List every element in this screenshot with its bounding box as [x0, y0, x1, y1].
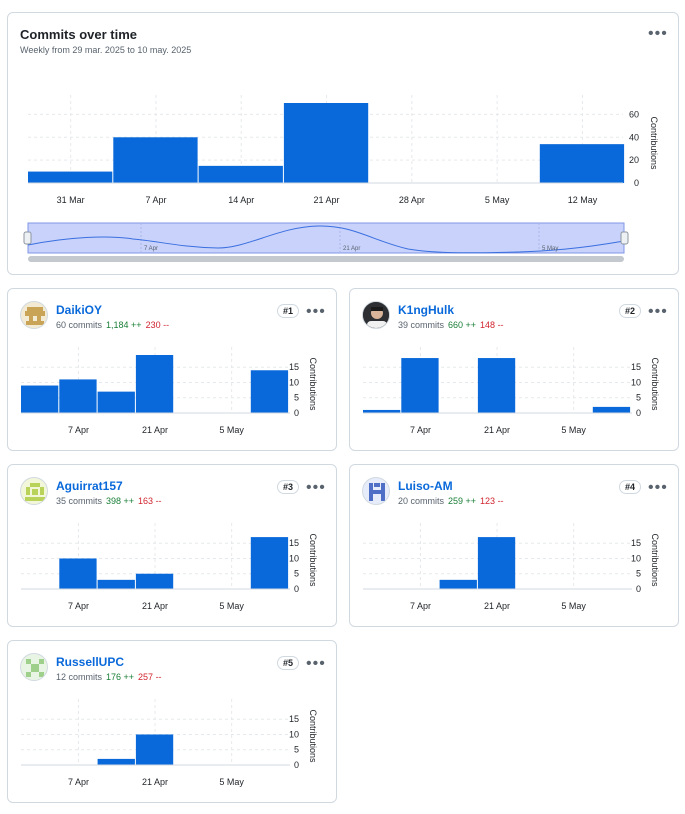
y-tick-label: 10	[289, 729, 299, 739]
bar	[97, 391, 135, 413]
chart-plot: 7 Apr 21 Apr 5 May 0 5 10 15 Contributions	[21, 347, 318, 435]
brush-handle-right[interactable]	[620, 231, 629, 245]
bar	[539, 144, 625, 183]
brush-tick-label: 21 Apr	[343, 246, 360, 252]
y-tick-label: 0	[636, 584, 641, 594]
bar	[250, 370, 289, 413]
y-tick-label: 5	[294, 393, 299, 403]
x-tick-label: 7 Apr	[410, 425, 431, 435]
bar	[28, 171, 113, 183]
bar	[97, 758, 135, 765]
x-tick-label: 5 May	[219, 601, 244, 611]
y-tick-label: 15	[289, 714, 299, 724]
x-tick-label: 21 Apr	[314, 195, 340, 205]
bar	[21, 385, 59, 413]
bar	[113, 137, 198, 183]
x-tick-label: 5 May	[219, 425, 244, 435]
contributor-card: Aguirrat157 35 commits 398 ++ 163 -- #3 ••…	[7, 464, 337, 627]
y-tick-label: 0	[636, 408, 641, 418]
bar	[439, 579, 477, 589]
x-tick-label: 21 Apr	[142, 601, 168, 611]
y-tick-label: 10	[289, 377, 299, 387]
x-tick-label: 5 May	[485, 195, 510, 205]
bar	[401, 358, 439, 413]
bar	[283, 103, 369, 183]
y-tick-label: 60	[629, 109, 639, 119]
y-tick-label: 10	[631, 377, 641, 387]
x-tick-label: 12 May	[568, 195, 598, 205]
contributor-card: Luiso-AM 20 commits 259 ++ 123 -- #4 ••• 7…	[349, 464, 679, 627]
contributor-chart: 7 Apr 21 Apr 5 May 0 5 10 15 Contributions	[363, 347, 660, 435]
y-tick-label: 15	[631, 362, 641, 372]
bar	[59, 558, 97, 589]
brush-handle-left[interactable]	[23, 231, 32, 245]
y-tick-label: 0	[294, 760, 299, 770]
brush-scrollbar[interactable]	[28, 256, 624, 262]
contributor-chart: 7 Apr 21 Apr 5 May 0 5 10 15 Contributions	[21, 347, 318, 435]
y-axis-title: Contributions	[308, 357, 318, 411]
x-tick-label: 21 Apr	[142, 777, 168, 787]
y-tick-label: 15	[631, 538, 641, 548]
chart-plot: 7 Apr 21 Apr 5 May 0 5 10 15 Contributions	[363, 523, 660, 611]
contributor-card: K1ngHulk 39 commits 660 ++ 148 -- #2 ••• 7…	[349, 288, 679, 451]
bar	[477, 537, 516, 589]
y-tick-label: 5	[636, 393, 641, 403]
x-tick-label: 28 Apr	[399, 195, 425, 205]
chart-plot: 7 Apr 21 Apr 5 May 0 5 10 15 Contributions	[21, 699, 318, 787]
bar	[250, 537, 289, 589]
bar	[135, 573, 174, 589]
bar	[59, 379, 97, 413]
x-tick-label: 5 May	[561, 425, 586, 435]
x-tick-label: 7 Apr	[145, 195, 166, 205]
y-axis-title: Contributions	[308, 709, 318, 763]
y-tick-label: 10	[289, 553, 299, 563]
y-tick-label: 10	[631, 553, 641, 563]
bar	[97, 579, 135, 589]
bar	[135, 355, 174, 413]
commits-over-time-chart: 31 Mar 7 Apr 14 Apr 21 Apr 28 Apr 5 May 12 May…	[23, 95, 659, 262]
x-tick-label: 31 Mar	[57, 195, 85, 205]
x-tick-label: 5 May	[219, 777, 244, 787]
y-tick-label: 0	[294, 408, 299, 418]
y-axis-title: Contributions	[650, 533, 660, 587]
x-tick-label: 5 May	[561, 601, 586, 611]
contributor-card: RussellUPC 12 commits 176 ++ 257 -- #5 •••…	[7, 640, 337, 803]
time-range-brush[interactable]: 7 Apr 21 Apr 5 May	[23, 222, 629, 262]
y-tick-label: 15	[289, 362, 299, 372]
y-axis-title: Contributions	[308, 533, 318, 587]
y-axis-title: Contributions	[650, 357, 660, 411]
bar	[592, 406, 631, 413]
chart-plot: 7 Apr 21 Apr 5 May 0 5 10 15 Contributions	[21, 523, 318, 611]
y-tick-label: 0	[294, 584, 299, 594]
chart-plot: 7 Apr 21 Apr 5 May 0 5 10 15 Contributions	[363, 347, 660, 435]
y-tick-label: 5	[636, 569, 641, 579]
bar	[135, 734, 174, 765]
x-tick-label: 21 Apr	[142, 425, 168, 435]
contributor-chart: 7 Apr 21 Apr 5 May 0 5 10 15 Contributions	[363, 523, 660, 611]
x-tick-label: 21 Apr	[484, 425, 510, 435]
x-tick-label: 7 Apr	[68, 601, 89, 611]
contributor-card: DaikiOY 60 commits 1,184 ++ 230 -- #1 ••• …	[7, 288, 337, 451]
x-tick-label: 21 Apr	[484, 601, 510, 611]
x-tick-label: 7 Apr	[410, 601, 431, 611]
bar	[198, 165, 283, 183]
y-tick-label: 40	[629, 132, 639, 142]
x-tick-label: 14 Apr	[228, 195, 254, 205]
y-axis-title: Contributions	[649, 116, 659, 170]
brush-selection[interactable]	[27, 222, 625, 254]
y-tick-label: 20	[629, 155, 639, 165]
y-tick-label: 5	[294, 569, 299, 579]
brush-tick-label: 7 Apr	[144, 246, 158, 252]
x-tick-label: 7 Apr	[68, 777, 89, 787]
y-tick-label: 15	[289, 538, 299, 548]
bar	[477, 358, 516, 413]
brush-tick-label: 5 May	[542, 246, 558, 252]
commits-over-time-card: Commits over time Weekly from 29 mar. 20…	[7, 12, 679, 275]
x-tick-label: 7 Apr	[68, 425, 89, 435]
contributor-chart: 7 Apr 21 Apr 5 May 0 5 10 15 Contributions	[21, 523, 318, 611]
y-tick-label: 0	[634, 178, 639, 188]
contributor-chart: 7 Apr 21 Apr 5 May 0 5 10 15 Contributions	[21, 699, 318, 787]
y-tick-label: 5	[294, 745, 299, 755]
